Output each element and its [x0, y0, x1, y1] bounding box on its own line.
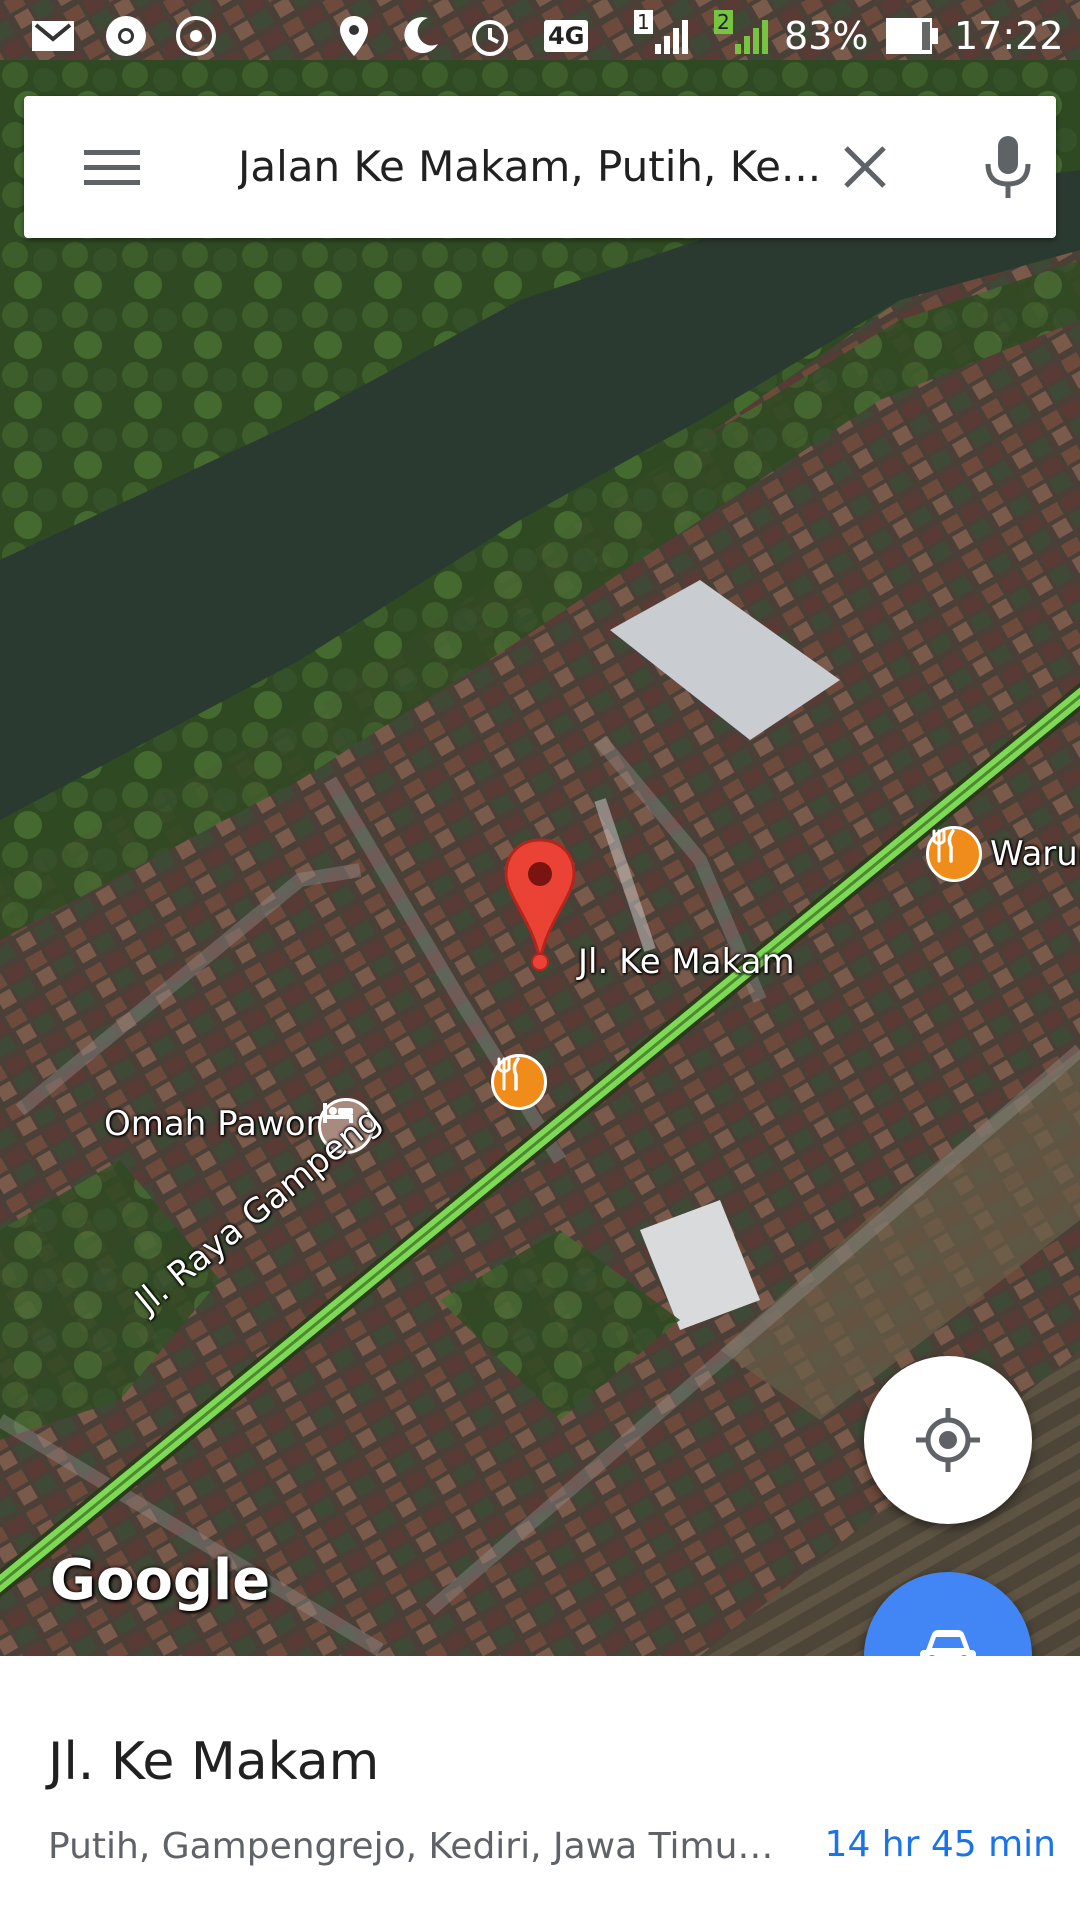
- sim1-label: 1: [634, 10, 653, 34]
- battery-icon: [884, 0, 940, 72]
- travel-time[interactable]: 14 hr 45 min: [825, 1824, 1056, 1865]
- network-type-label: 4G: [544, 20, 589, 52]
- my-location-button[interactable]: [864, 1356, 1032, 1524]
- place-info-sheet[interactable]: Jl. Ke Makam Putih, Gampengrejo, Kediri,…: [0, 1656, 1080, 1920]
- sim2-label: 2: [714, 10, 733, 34]
- place-title: Jl. Ke Makam: [48, 1732, 380, 1792]
- signal-icon: 1: [634, 0, 689, 72]
- gmail-icon: [30, 0, 76, 72]
- place-address: Putih, Gampengrejo, Kediri, Jawa Timur 6…: [48, 1826, 778, 1867]
- settings-icon: [174, 0, 218, 72]
- menu-icon[interactable]: [80, 144, 144, 192]
- hotel-label[interactable]: Omah Pawon: [104, 1104, 327, 1144]
- restaurant-label-warur[interactable]: Warur: [990, 834, 1080, 874]
- search-input[interactable]: Jalan Ke Makam, Putih, Ke...: [238, 96, 828, 238]
- google-logo: Google: [50, 1548, 271, 1613]
- location-pin-icon[interactable]: [502, 836, 578, 976]
- location-icon: [338, 0, 370, 72]
- status-bar: 4G 1 2 83% 17:22: [0, 0, 1080, 72]
- signal-icon: 2: [714, 0, 769, 72]
- alarm-icon: [468, 0, 512, 72]
- restaurant-icon[interactable]: [491, 1054, 547, 1110]
- search-bar[interactable]: Jalan Ke Makam, Putih, Ke...: [24, 96, 1056, 238]
- restaurant-icon[interactable]: [926, 826, 982, 882]
- moon-icon: [398, 0, 442, 72]
- clock: 17:22: [954, 14, 1064, 58]
- battery-percent: 83%: [784, 14, 869, 58]
- network-type: 4G: [544, 0, 589, 72]
- chrome-icon: [104, 0, 148, 72]
- crosshair-icon: [916, 1408, 980, 1472]
- pin-street-label: Jl. Ke Makam: [578, 942, 795, 982]
- mic-icon[interactable]: [980, 134, 1036, 202]
- close-icon[interactable]: [836, 138, 894, 196]
